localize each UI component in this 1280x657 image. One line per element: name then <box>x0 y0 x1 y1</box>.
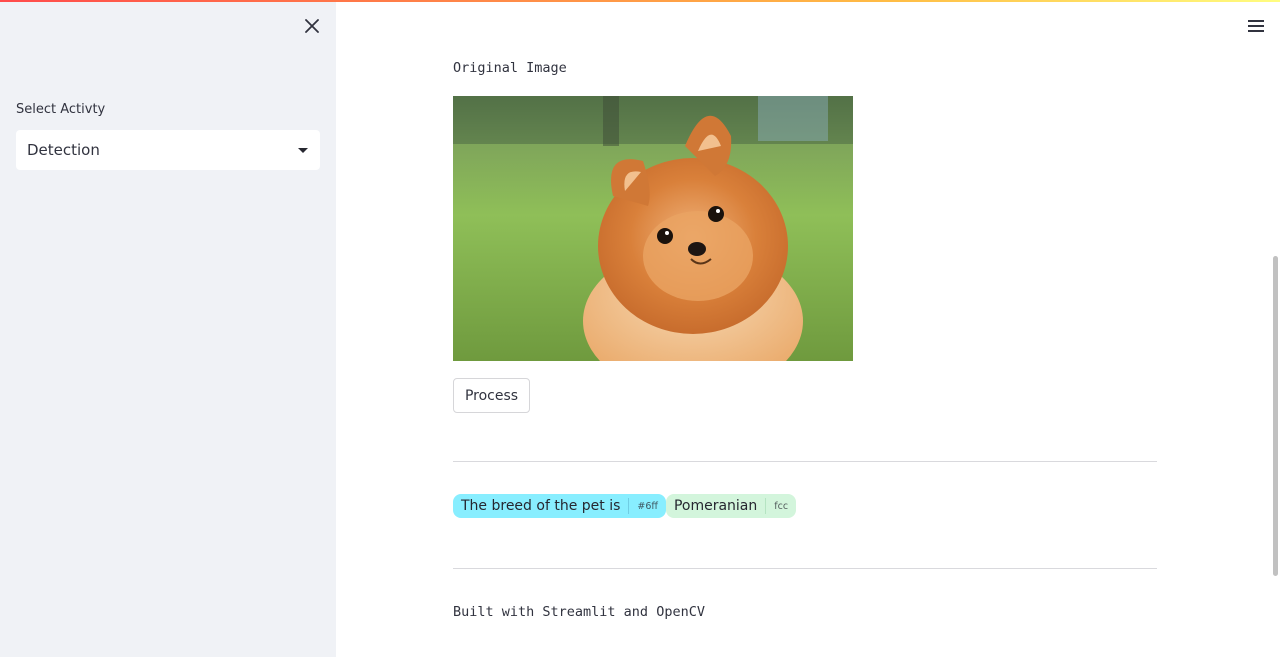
annotation-text: The breed of the pet is <box>461 498 621 514</box>
close-icon <box>305 19 319 33</box>
result-text: Pomeranian <box>673 498 758 514</box>
footer-text: Built with Streamlit and OpenCV <box>453 604 705 620</box>
result-tag: fcc <box>774 500 789 512</box>
dog-photo <box>453 96 853 361</box>
annotation-tag: #6ff <box>637 500 658 512</box>
activity-select[interactable]: Detection <box>16 130 320 170</box>
process-button[interactable]: Process <box>453 378 530 413</box>
chip-separator <box>628 498 630 514</box>
annotated-result: The breed of the pet is #6ff Pomeranian … <box>453 494 797 518</box>
original-image <box>453 96 853 361</box>
hamburger-menu-icon <box>1248 20 1264 32</box>
activity-select-value: Detection <box>27 141 100 159</box>
select-activity-label: Select Activty <box>16 102 106 117</box>
chip-separator <box>765 498 767 514</box>
caret-down-icon[interactable] <box>298 147 308 153</box>
sidebar: Select Activty Detection <box>0 0 336 657</box>
result-chip: Pomeranian fcc <box>665 494 797 518</box>
divider <box>453 461 1157 462</box>
close-sidebar-button[interactable] <box>298 14 326 38</box>
main-menu-button[interactable] <box>1245 15 1267 37</box>
top-decoration-bar <box>0 0 1280 2</box>
divider <box>453 568 1157 569</box>
page-scrollbar[interactable] <box>1273 256 1278 576</box>
annotation-chip: The breed of the pet is #6ff <box>453 494 666 518</box>
original-image-caption: Original Image <box>453 60 567 76</box>
